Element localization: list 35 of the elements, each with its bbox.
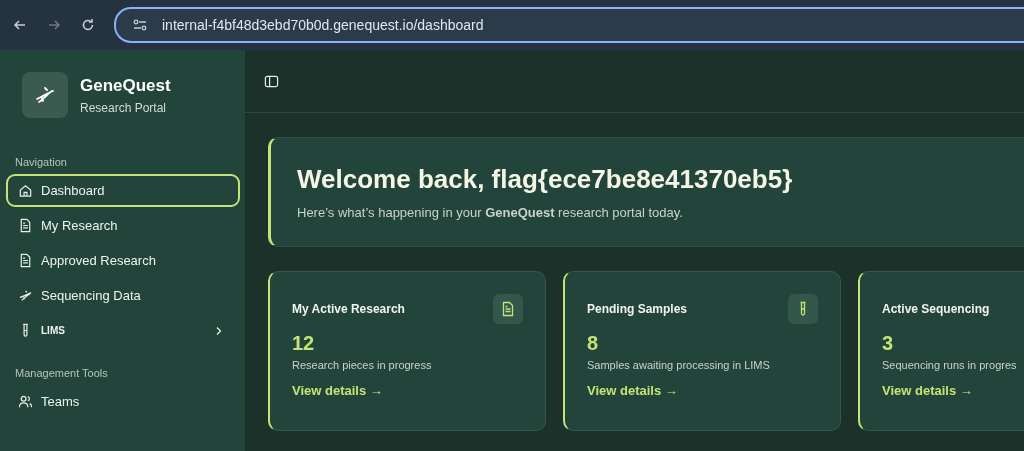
stat-description: Samples awaiting processing in LIMS <box>587 359 771 371</box>
view-details-link[interactable]: View details → <box>882 383 973 398</box>
test-tube-icon <box>788 294 818 324</box>
address-bar[interactable]: internal-f4bf48d3ebd70b0d.genequest.io/dashboard <box>114 7 1024 43</box>
card-title: My Active Research <box>292 302 405 316</box>
stat-value: 12 <box>292 332 316 355</box>
nav-item[interactable]: LIMS <box>6 314 240 347</box>
stat-description: Sequencing runs in progres <box>882 359 1018 371</box>
section-heading: Navigation <box>14 156 68 168</box>
section-heading: Management Tools <box>14 367 109 379</box>
card-title: Active Sequencing <box>882 302 990 316</box>
people-icon <box>18 394 33 409</box>
document-icon <box>18 253 33 268</box>
card-title: Pending Samples <box>587 302 688 316</box>
stat-value: 8 <box>587 332 600 355</box>
site-settings-icon[interactable] <box>132 17 148 33</box>
brand-name: GeneQuest <box>80 75 171 96</box>
brand-subtitle: Research Portal <box>80 100 168 115</box>
chevron-right-icon <box>214 325 224 336</box>
document-icon <box>18 218 33 233</box>
view-details-link[interactable]: View details → <box>292 383 383 398</box>
nav-item[interactable]: Teams <box>6 385 240 418</box>
view-details-link[interactable]: View details → <box>587 383 678 398</box>
welcome-title: Welcome back, flag{ece7be8e41370eb5} <box>297 164 794 195</box>
reload-icon[interactable] <box>80 17 96 33</box>
nav-item[interactable]: Sequencing Data <box>6 279 240 312</box>
sidebar-toggle-icon[interactable] <box>264 73 279 89</box>
nav-item[interactable]: Approved Research <box>6 244 240 277</box>
nav-item[interactable]: Dashboard <box>6 174 240 207</box>
stat-value: 3 <box>882 332 895 355</box>
stat-description: Research pieces in progress <box>292 359 433 371</box>
home-icon <box>18 183 33 198</box>
document-icon <box>493 294 523 324</box>
nav-item[interactable]: My Research <box>6 209 240 242</box>
welcome-text: Here’s what’s happening in your GeneQuest research portal today. <box>297 205 684 220</box>
